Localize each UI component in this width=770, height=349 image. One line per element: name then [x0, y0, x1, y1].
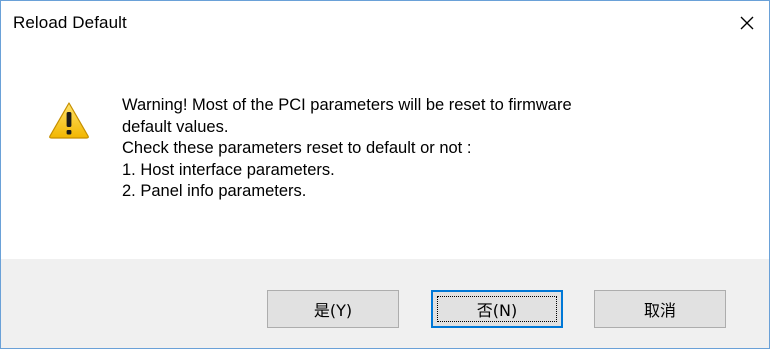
close-button[interactable]	[725, 1, 769, 45]
button-bar: 是(Y) 否(N) 取消	[1, 259, 769, 348]
message-line: Check these parameters reset to default …	[122, 139, 472, 157]
warning-icon	[49, 102, 89, 139]
no-button-label: 否(N)	[476, 301, 518, 320]
cancel-button[interactable]: 取消	[594, 290, 726, 328]
message-line: Warning! Most of the PCI parameters will…	[122, 96, 572, 114]
dialog-content: Warning! Most of the PCI parameters will…	[1, 45, 769, 259]
message-line: 2. Panel info parameters.	[122, 182, 307, 200]
yes-button-label: 是(Y)	[313, 301, 353, 320]
title-bar[interactable]: Reload Default	[1, 1, 769, 45]
message-line: default values.	[122, 117, 229, 136]
dialog-window: Reload Default Warning! Most of the PCI …	[0, 0, 770, 349]
no-button[interactable]: 否(N)	[431, 290, 563, 328]
window-title: Reload Default	[13, 13, 127, 32]
message-text: Warning! Most of the PCI parameters will…	[122, 95, 572, 203]
cancel-button-label: 取消	[643, 301, 676, 320]
yes-button[interactable]: 是(Y)	[267, 290, 399, 328]
message-line: 1. Host interface parameters.	[122, 160, 335, 179]
close-icon	[740, 16, 754, 30]
